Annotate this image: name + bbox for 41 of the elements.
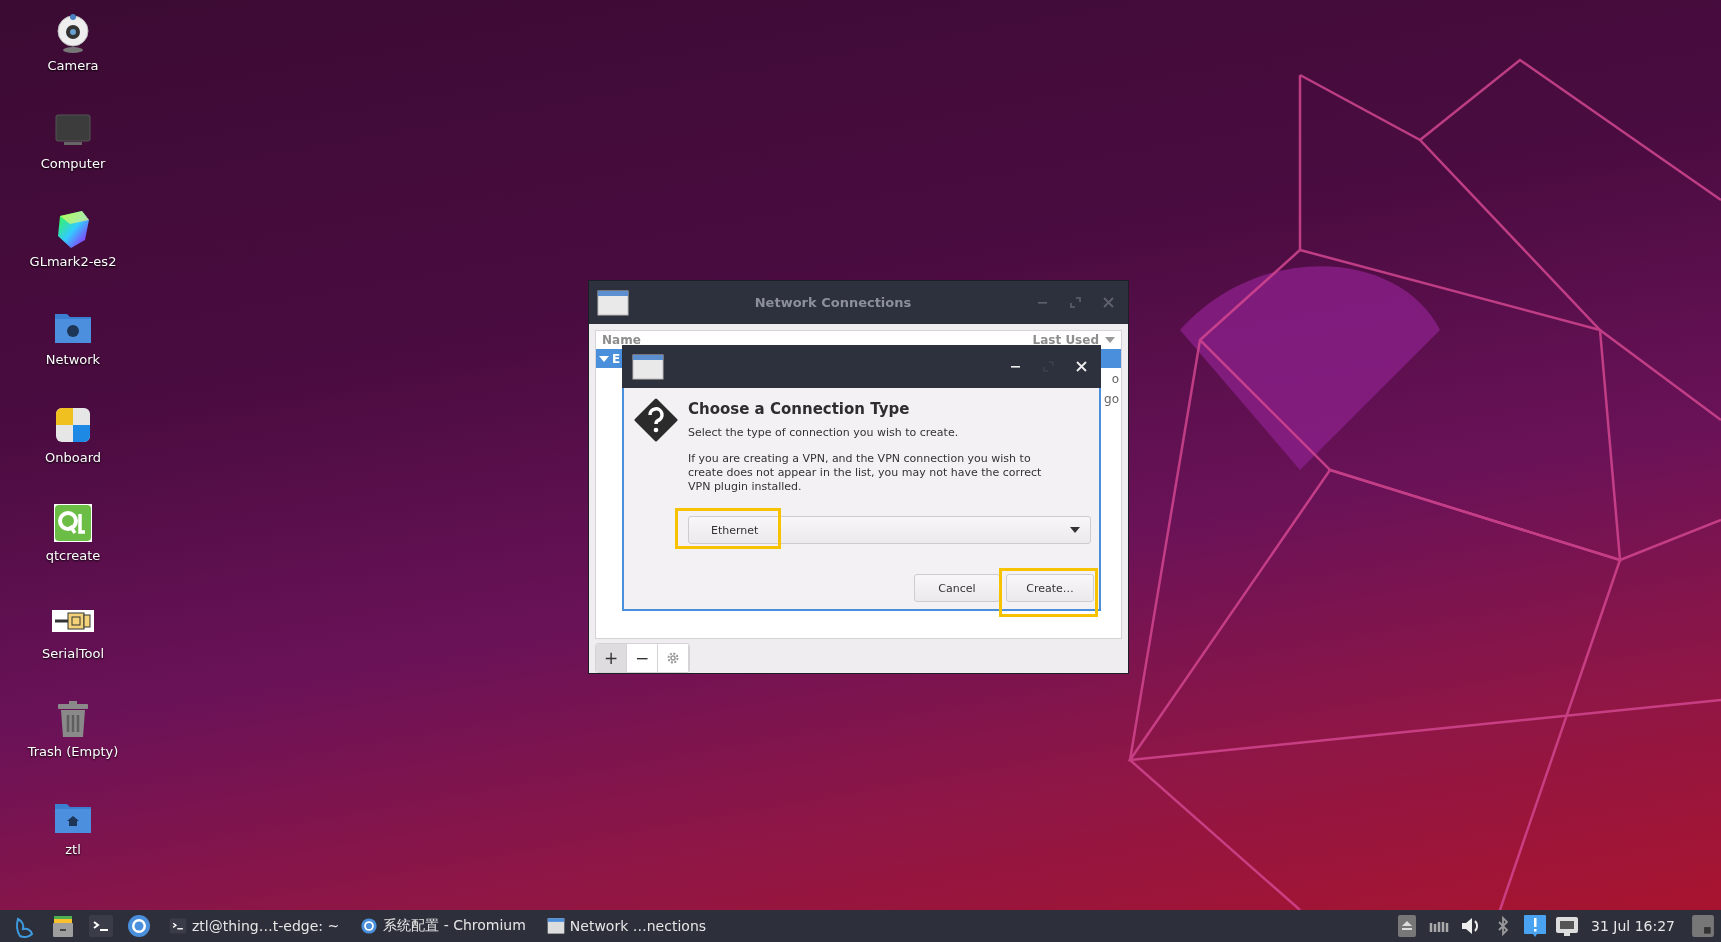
taskbar-button[interactable]: ztl@thing…t-edge: ~ — [162, 911, 346, 941]
terminal-icon — [168, 917, 188, 935]
window-title: Network Connections — [753, 295, 913, 310]
add-button[interactable]: + — [596, 644, 627, 672]
settings-icon — [666, 651, 680, 665]
show-desktop-icon[interactable] — [1691, 914, 1715, 938]
ethernet-icon[interactable] — [1555, 914, 1580, 938]
window-icon — [545, 917, 566, 935]
create-button[interactable]: Create… — [1006, 574, 1094, 602]
dialog-heading: Choose a Connection Type — [688, 400, 911, 418]
table-cell-text: o — [1111, 371, 1120, 388]
desktop-shortcut[interactable]: Onboard — [0, 404, 146, 502]
app-logo-icon — [52, 502, 94, 544]
desktop-shortcut[interactable]: Camera — [0, 12, 146, 110]
window-icon — [597, 289, 629, 316]
desktop-shortcut[interactable]: Network — [0, 306, 146, 404]
row-label: E — [612, 351, 621, 366]
window-icon — [632, 353, 664, 380]
table-cell-text: go — [1104, 391, 1120, 408]
dropdown-caret-icon — [1070, 527, 1080, 533]
dialog-note: If you are creating a VPN, and the VPN connection you wish to create does not appear in the list, you may not have the correct VPN plugin installed. — [688, 452, 1043, 494]
taskbar-button[interactable]: 系统配置 - Chromium — [353, 911, 532, 941]
cancel-button[interactable]: Cancel — [914, 574, 1000, 602]
clock[interactable]: 31 Jul 16:27 — [1587, 918, 1683, 934]
browser-icon[interactable] — [126, 913, 152, 939]
desktop-shortcut[interactable]: Trash (Empty) — [0, 698, 146, 796]
dialog-text: Select the type of connection you wish to create. — [688, 426, 960, 439]
notification-icon[interactable] — [1523, 914, 1548, 938]
desktop-shortcut[interactable]: qtcreate — [0, 502, 146, 600]
terminal-icon[interactable] — [88, 913, 114, 939]
desktop-shortcut[interactable]: ztl — [0, 796, 146, 894]
browser-icon — [359, 917, 380, 935]
taskbar-button[interactable]: Network …nections — [539, 911, 713, 941]
expander-icon[interactable] — [599, 354, 609, 363]
sort-caret-icon[interactable] — [1105, 337, 1115, 343]
connection-type-dropdown[interactable]: Ethernet — [688, 516, 1091, 544]
question-icon — [634, 398, 678, 442]
desktop-shortcut[interactable]: Computer — [0, 110, 146, 208]
file-cabinet-icon[interactable] — [50, 913, 76, 939]
desktop-shortcut[interactable]: SerialTool — [0, 600, 146, 698]
desktop-shortcut[interactable]: GLmark2-es2 — [0, 208, 146, 306]
